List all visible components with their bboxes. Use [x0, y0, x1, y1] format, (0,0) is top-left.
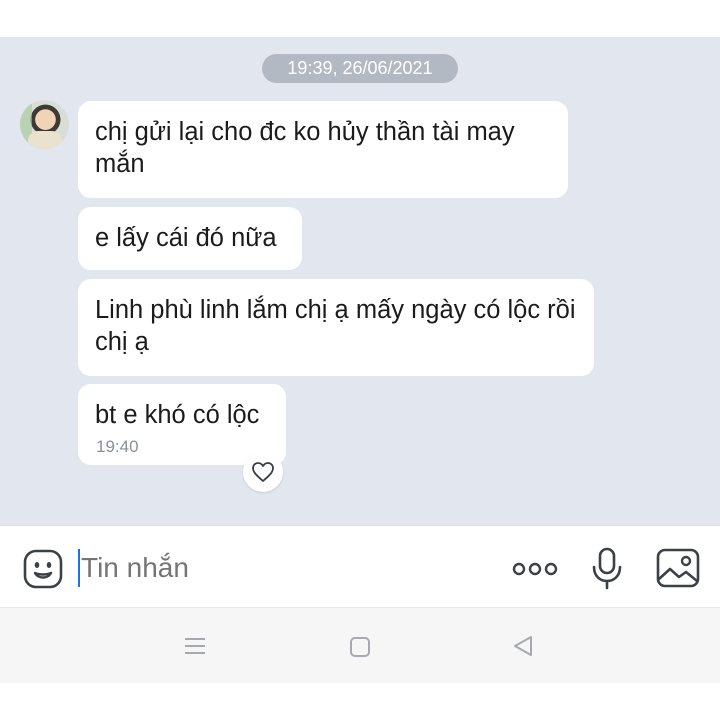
- date-timestamp: 19:39, 26/06/2021: [262, 54, 458, 83]
- message-time: 19:40: [96, 437, 139, 456]
- message-text: chị gửi lại cho đc ko hủy thần tài may m…: [95, 118, 515, 178]
- gallery-icon[interactable]: [656, 548, 700, 588]
- message-text: e lấy cái đó nữa: [95, 224, 277, 252]
- recent-apps-icon[interactable]: [183, 636, 207, 656]
- message-bubble[interactable]: chị gửi lại cho đc ko hủy thần tài may m…: [78, 101, 568, 198]
- home-icon[interactable]: [349, 636, 371, 658]
- microphone-icon[interactable]: [590, 546, 624, 590]
- bottom-spacer: [0, 683, 720, 720]
- message-input[interactable]: [78, 548, 378, 588]
- message-text: Linh phù linh lắm chị ạ mấy ngày có lộc …: [95, 296, 576, 356]
- react-heart-button[interactable]: [243, 452, 283, 492]
- message-composer: [0, 525, 720, 607]
- system-navigation-bar: [0, 607, 720, 683]
- message-text: bt e khó có lộc: [95, 401, 260, 429]
- message-bubble[interactable]: Linh phù linh lắm chị ạ mấy ngày có lộc …: [78, 279, 594, 376]
- back-icon[interactable]: [511, 634, 535, 658]
- message-bubble[interactable]: e lấy cái đó nữa: [78, 207, 302, 270]
- more-options-icon[interactable]: [510, 558, 560, 580]
- text-caret: [78, 549, 80, 587]
- heart-icon: [252, 462, 274, 482]
- avatar[interactable]: [20, 100, 69, 149]
- avatar-figure: [28, 131, 62, 149]
- top-spacer: [0, 0, 720, 37]
- chat-area[interactable]: 19:39, 26/06/2021 chị gửi lại cho đc ko …: [0, 37, 720, 525]
- sticker-icon[interactable]: [22, 548, 64, 590]
